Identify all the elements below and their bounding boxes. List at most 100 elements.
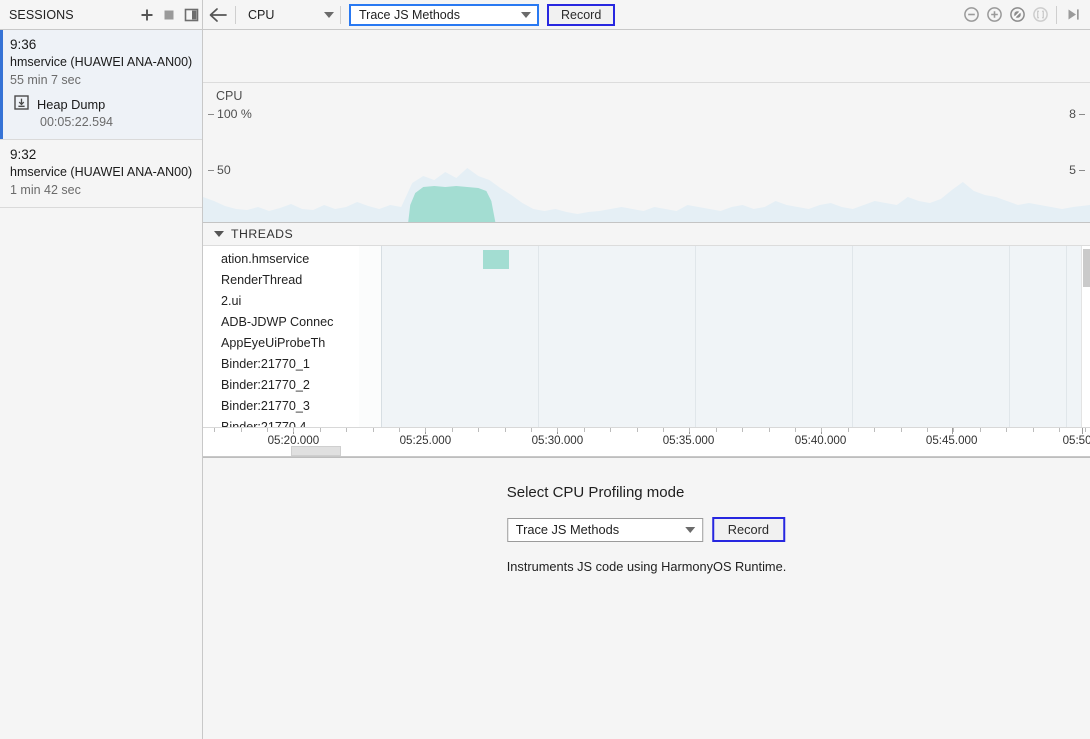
- record-button-main[interactable]: Record: [711, 517, 786, 542]
- back-arrow-icon[interactable]: [203, 2, 233, 28]
- axis-tick-minor: [742, 428, 743, 432]
- zoom-in-icon[interactable]: [985, 6, 1003, 24]
- toolbar-divider-1: [235, 5, 236, 24]
- axis-tick-minor: [293, 428, 294, 432]
- threads-section-label: THREADS: [231, 227, 294, 241]
- session-item[interactable]: 9:36 hmservice (HUAWEI ANA-AN00) 55 min …: [0, 30, 202, 140]
- zoom-out-icon[interactable]: [962, 6, 980, 24]
- threads-vertical-scrollbar[interactable]: [1081, 246, 1090, 427]
- track-left-gutter: [359, 246, 381, 427]
- axis-tick-minor: [1006, 428, 1007, 432]
- timeline-controls: [962, 5, 1090, 24]
- chevron-down-icon: [324, 11, 334, 18]
- process-selector-dropdown[interactable]: CPU: [238, 3, 338, 27]
- session-duration: 1 min 42 sec: [10, 183, 81, 197]
- session-duration: 55 min 7 sec: [10, 73, 81, 87]
- cpu-usage-area-chart: [203, 168, 1090, 222]
- record-button[interactable]: Record: [547, 3, 616, 26]
- axis-tick-minor: [241, 428, 242, 432]
- thread-activity-block[interactable]: [483, 250, 509, 269]
- profiling-mode-dropdown[interactable]: Trace JS Methods: [349, 3, 539, 26]
- axis-tick-label: 05:40.000: [794, 434, 847, 447]
- axis-tick-minor: [531, 428, 532, 432]
- axis-tick-minor: [505, 428, 506, 432]
- axis-tick-minor: [689, 428, 690, 432]
- thread-tracks[interactable]: [359, 246, 1090, 427]
- timeline-stage: CPU 100 % 50 8 5 THREADS ation.hmservice…: [203, 30, 1090, 457]
- thread-name-item[interactable]: Binder:21770_2: [203, 375, 359, 396]
- plus-icon[interactable]: [136, 4, 158, 26]
- gridline: [381, 246, 382, 427]
- cpu-profiler-window: SESSIONS CPU Trace JS Methods Record 9:3…: [0, 0, 1090, 739]
- main-body: 9:36 hmservice (HUAWEI ANA-AN00) 55 min …: [0, 30, 1090, 739]
- axis-tick-minor: [874, 428, 875, 432]
- timeline-axis[interactable]: 05:20.000 05:25.000 05:30.000 05:35.000 05:4…: [203, 427, 1090, 456]
- thread-name-item[interactable]: RenderThread: [203, 270, 359, 291]
- gridline: [1009, 246, 1010, 427]
- heap-dump-icon: [14, 95, 29, 113]
- axis-tick-label: 05:35.000: [662, 434, 715, 447]
- axis-tick-minor: [399, 428, 400, 432]
- axis-tick-label: 05:30.000: [531, 434, 584, 447]
- details-pane: Select CPU Profiling mode Trace JS Metho…: [203, 457, 1090, 739]
- axis-tick-minor: [1085, 428, 1086, 432]
- sessions-header: SESSIONS: [0, 0, 203, 29]
- threads-section-header[interactable]: THREADS: [203, 223, 1090, 246]
- gridline: [538, 246, 539, 427]
- tick-dash: [208, 169, 214, 171]
- thread-name-item[interactable]: 2.ui: [203, 291, 359, 312]
- axis-tick-minor: [320, 428, 321, 432]
- axis-tick-minor: [927, 428, 928, 432]
- record-prompt-controls: Trace JS Methods Record: [506, 517, 786, 542]
- thread-name-item[interactable]: Binder:21770_1: [203, 354, 359, 375]
- threads-body: ation.hmservice RenderThread 2.ui ADB-JDWP …: [203, 246, 1090, 427]
- thread-name-item[interactable]: Binder:21770_3: [203, 396, 359, 417]
- threads-axis-label: 8: [1069, 107, 1076, 121]
- cpu-axis-tick-100: 100 %: [208, 107, 252, 121]
- top-toolbar: SESSIONS CPU Trace JS Methods Record: [0, 0, 1090, 30]
- threads-axis-tick-5: 5: [1069, 163, 1085, 177]
- toolbar-divider-2: [340, 5, 341, 24]
- cpu-axis-label: 50: [217, 163, 231, 177]
- thread-name-item[interactable]: ADB-JDWP Connec: [203, 312, 359, 333]
- heap-dump-entry[interactable]: Heap Dump: [10, 95, 194, 113]
- scrollbar-thumb[interactable]: [1083, 249, 1090, 287]
- stop-square-icon[interactable]: [158, 4, 180, 26]
- gridline: [695, 246, 696, 427]
- thread-name-item[interactable]: AppEyeUiProbeTh: [203, 333, 359, 354]
- jump-to-end-icon[interactable]: [1064, 6, 1082, 24]
- chevron-down-icon: [521, 11, 531, 18]
- axis-tick-label: 05:20.000: [267, 434, 320, 447]
- cpu-axis-tick-50: 50: [208, 163, 231, 177]
- timeline-horizontal-scrollbar[interactable]: [203, 446, 1090, 456]
- heap-dump-timestamp: 00:05:22.594: [40, 115, 113, 129]
- split-panel-icon[interactable]: [180, 4, 202, 26]
- sessions-panel: 9:36 hmservice (HUAWEI ANA-AN00) 55 min …: [0, 30, 203, 739]
- axis-tick-minor: [663, 428, 664, 432]
- session-item[interactable]: 9:32 hmservice (HUAWEI ANA-AN00) 1 min 4…: [0, 140, 202, 208]
- cpu-monitor[interactable]: CPU 100 % 50 8 5: [203, 83, 1090, 223]
- axis-tick-minor: [821, 428, 822, 432]
- axis-tick-minor: [267, 428, 268, 432]
- cpu-chart-title: CPU: [216, 89, 243, 103]
- axis-tick-minor: [637, 428, 638, 432]
- profiler-toolbar: CPU Trace JS Methods Record: [203, 0, 1090, 29]
- select-range-icon[interactable]: [1031, 6, 1049, 24]
- cpu-series-others: [203, 168, 1090, 222]
- gridline: [1066, 246, 1067, 427]
- tick-dash: [1079, 113, 1085, 115]
- axis-tick-label: 05:25.000: [399, 434, 452, 447]
- axis-tick-label: 05:45.000: [925, 434, 978, 447]
- scrollbar-thumb[interactable]: [291, 446, 341, 456]
- sessions-title: SESSIONS: [9, 7, 74, 22]
- axis-tick-minor: [848, 428, 849, 432]
- thread-name-item[interactable]: ation.hmservice: [203, 249, 359, 270]
- axis-tick-minor: [610, 428, 611, 432]
- toolbar-divider-3: [1056, 5, 1057, 24]
- threads-axis-tick-8: 8: [1069, 107, 1085, 121]
- profiling-mode-dropdown-main[interactable]: Trace JS Methods: [506, 517, 703, 542]
- axis-tick-minor: [557, 428, 558, 432]
- reset-zoom-icon[interactable]: [1008, 6, 1026, 24]
- thread-name-item[interactable]: Binder:21770 4: [203, 417, 359, 427]
- cpu-series-app: [408, 186, 496, 222]
